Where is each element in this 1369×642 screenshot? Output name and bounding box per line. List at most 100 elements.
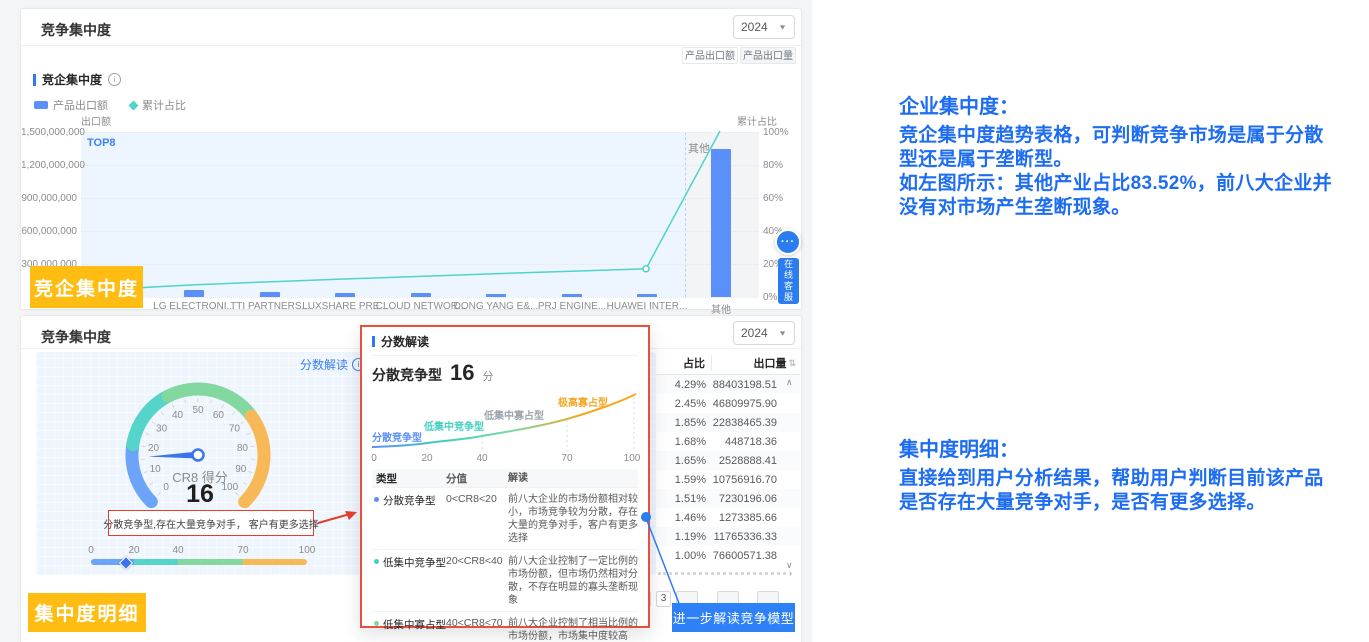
table-header-row: 占比 出口量 ⇅	[656, 352, 800, 375]
online-service-widget[interactable]: 在线客服	[778, 258, 799, 304]
interpretation-row: 低集中竞争型20<CR8<40前八大企业控制了一定比例的市场份额，但市场仍然相对…	[372, 549, 638, 611]
annotation-line: 直接给到用户分析结果，帮助用户判断目前该产品	[899, 467, 1324, 491]
slider-segment	[134, 559, 178, 565]
bar-swatch	[34, 101, 48, 109]
slider-tick-label: 100	[299, 545, 316, 556]
year-selector-value: 2024	[741, 326, 768, 340]
table-row[interactable]: 1.65%2528888.41	[656, 451, 800, 470]
toggle-export-amount[interactable]: 产品出口额	[682, 47, 738, 64]
share-value: 1.00%	[656, 550, 712, 562]
section-accent-bar	[33, 74, 36, 86]
sort-icon[interactable]: ⇅	[788, 358, 796, 369]
gridline	[81, 231, 758, 232]
popup-score-row: 分散竞争型 16 分	[372, 362, 638, 385]
popup-title: 分数解读	[381, 333, 429, 350]
share-value: 2.45%	[656, 398, 712, 410]
interpretation-row: 低集中寡占型40<CR8<70前八大企业控制了相当比例的市场份额，市场集中度较高	[372, 611, 638, 642]
slider-segment	[178, 559, 243, 565]
table-row[interactable]: 2.45%46809975.90	[656, 394, 800, 413]
left-tick: 900,000,000	[21, 193, 77, 204]
section-title: 竞企集中度	[42, 71, 102, 88]
chevron-down-icon: ▼	[778, 23, 787, 31]
popup-header: 分数解读	[372, 333, 638, 356]
pagination-page-3[interactable]: 3	[656, 591, 671, 607]
gridline	[81, 297, 758, 298]
bar-mark	[711, 149, 731, 297]
type-dot	[374, 559, 379, 564]
left-tick: 1,200,000,000	[21, 160, 77, 171]
table-row[interactable]: 1.85%22838465.39	[656, 413, 800, 432]
table-row[interactable]: 4.29%88403198.51	[656, 375, 800, 394]
others-zone-label: 其他	[688, 140, 710, 156]
table-row[interactable]: 1.00%76600571.38	[656, 546, 800, 565]
annotation-heading: 集中度明细：	[899, 433, 1324, 462]
range-cell: 40<CR8<70	[446, 617, 508, 642]
toggle-export-volume[interactable]: 产品出口量	[740, 47, 796, 64]
export-volume-value: 10756916.70	[712, 474, 800, 486]
x-axis-label: DONG YANG E&...	[454, 301, 539, 312]
share-value: 1.65%	[656, 455, 712, 467]
competition-type: 分散竞争型	[372, 365, 442, 385]
bar-mark	[562, 294, 582, 297]
table-row[interactable]: 1.19%11765336.33	[656, 527, 800, 546]
score-value: 16	[450, 362, 474, 384]
panel-title: 竞争集中度	[41, 327, 111, 347]
share-value: 1.85%	[656, 417, 712, 429]
chat-icon[interactable]: ···	[775, 229, 801, 255]
annotation-line: 如左图所示：其他产业占比83.52%，前八大企业并	[899, 172, 1332, 196]
year-selector[interactable]: 2024 ▼	[733, 15, 795, 39]
table-row[interactable]: 1.46%1273385.66	[656, 508, 800, 527]
export-volume-value: 11765336.33	[712, 531, 800, 543]
legend-item-line[interactable]: 累计占比	[130, 97, 186, 113]
curve-tick-label: 0	[371, 453, 377, 464]
table-row[interactable]: 1.68%448718.36	[656, 432, 800, 451]
panel-title: 竞争集中度	[41, 20, 111, 40]
share-value: 1.59%	[656, 474, 712, 486]
slider-segment	[243, 559, 307, 565]
analysis-result-box: 分散竞争型,存在大量竞争对手， 客户有更多选择	[108, 510, 314, 536]
score-interpretation-link[interactable]: 分数解读 i	[300, 356, 365, 373]
slider-tick-label: 20	[128, 545, 139, 556]
x-axis-label: PRJ ENGINE...	[538, 301, 606, 312]
desc-cell: 前八大企业控制了一定比例的市场份额，但市场仍然相对分散，不存在明显的寡头垄断现象	[508, 555, 638, 607]
type-cell: 低集中竞争型	[372, 555, 446, 607]
export-volume-value: 22838465.39	[712, 417, 800, 429]
score-interpretation-popup: 分数解读 分散竞争型 16 分 分散竞争型 低集中竞争型 低集中寡占型 极高寡占…	[360, 325, 650, 628]
panel-competition-concentration-trend: 竞争集中度 2024 ▼ 产品出口额 产品出口量 竞企集中度 i 产品出口额 累…	[20, 8, 802, 310]
table-row[interactable]: 1.59%10756916.70	[656, 470, 800, 489]
scroll-right-icon[interactable]: ›	[789, 568, 792, 578]
left-axis-title: 出口额	[81, 113, 111, 128]
gridline	[81, 264, 758, 265]
type-dot	[374, 621, 379, 626]
popup-accent-bar	[372, 336, 375, 347]
gridline	[81, 132, 758, 133]
interpretation-row: 分散竞争型0<CR8<20前八大企业的市场份额相对较小，市场竞争较为分散，存在大…	[372, 487, 638, 549]
diamond-swatch	[129, 100, 139, 110]
right-tick: 0%	[763, 292, 777, 303]
x-axis-label: 其他	[711, 301, 731, 316]
callout-label-competitor-concentration: 竞企集中度	[30, 266, 143, 308]
gridline	[81, 198, 758, 199]
share-value: 1.68%	[656, 436, 712, 448]
interpret-competition-model-button[interactable]: 进一步解读竞争模型	[672, 603, 795, 632]
annotation-line: 没有对市场产生垄断现象。	[899, 196, 1332, 220]
scroll-up-icon[interactable]: ∧	[786, 377, 793, 388]
annotation-line: 是否存在大量竞争对手，是否有更多选择。	[899, 491, 1324, 515]
callout-label-concentration-detail: 集中度明细	[28, 593, 146, 632]
interpretation-table-header: 类型 分值 解读	[372, 469, 638, 487]
annotation-line: 型还是属于垄断型。	[899, 148, 1332, 172]
desc-cell: 前八大企业控制了相当比例的市场份额，市场集中度较高	[508, 617, 638, 642]
info-icon[interactable]: i	[108, 73, 121, 86]
dashboard-screenshot: 竞争集中度 2024 ▼ 产品出口额 产品出口量 竞企集中度 i 产品出口额 累…	[0, 0, 1369, 642]
bar-mark	[260, 292, 280, 297]
slider-tick-label: 0	[88, 545, 94, 556]
legend-item-bar[interactable]: 产品出口额	[34, 97, 108, 113]
column-export-volume[interactable]: 出口量 ⇅	[712, 355, 800, 371]
table-row[interactable]: 1.51%7230196.06	[656, 489, 800, 508]
year-selector-value: 2024	[741, 20, 768, 34]
year-selector[interactable]: 2024 ▼	[733, 321, 795, 345]
slider-tick-label: 40	[172, 545, 183, 556]
type-dot	[374, 497, 379, 502]
horizontal-scrollbar[interactable]	[658, 572, 786, 575]
column-share[interactable]: 占比	[656, 355, 712, 371]
